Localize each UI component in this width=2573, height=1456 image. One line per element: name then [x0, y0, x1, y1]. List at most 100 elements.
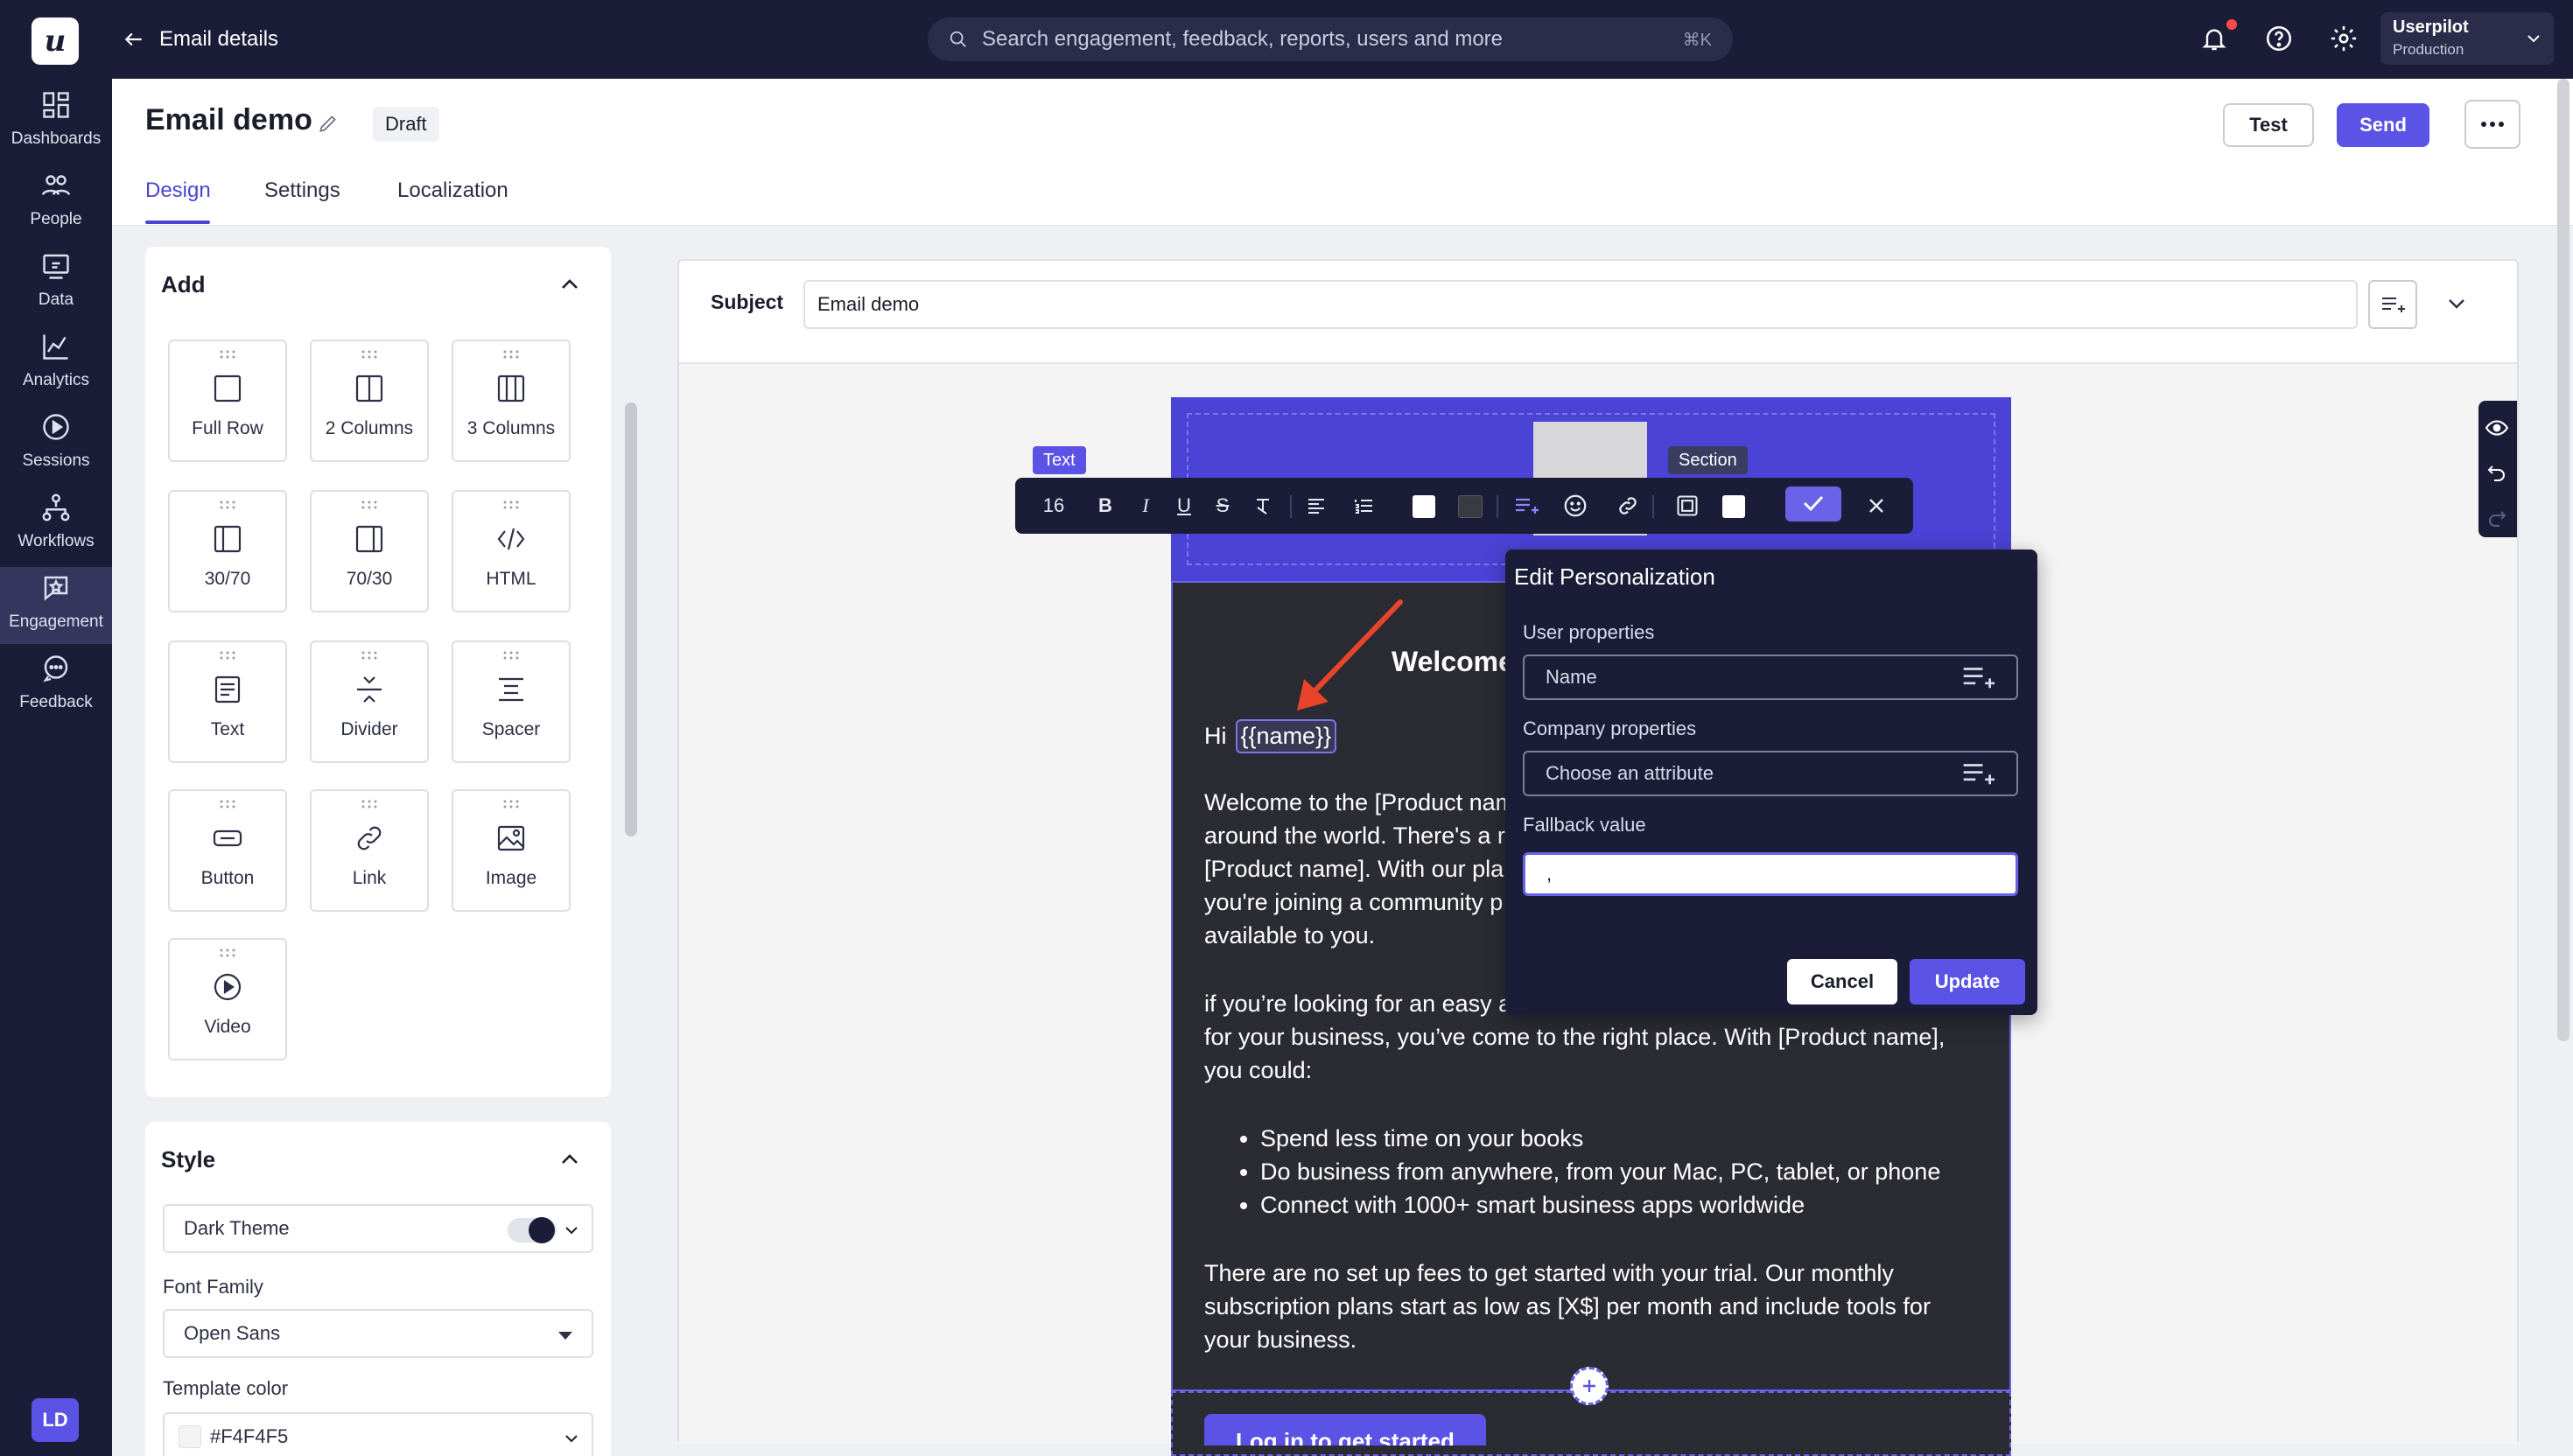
help-button[interactable] — [2260, 19, 2298, 58]
confirm-button[interactable] — [1785, 486, 1841, 522]
block-html[interactable]: HTML — [452, 490, 571, 612]
bold-button[interactable]: B — [1090, 486, 1120, 525]
link-button[interactable] — [1612, 486, 1644, 525]
emoji-button[interactable] — [1560, 486, 1591, 525]
align-button[interactable] — [1301, 486, 1332, 525]
nav-item-people[interactable]: People — [0, 164, 112, 242]
user-properties-select[interactable]: Name — [1523, 654, 2018, 700]
email-paragraph-3[interactable]: There are no set up fees to get started … — [1204, 1256, 1931, 1356]
company-properties-select[interactable]: Choose an attribute — [1523, 751, 2018, 796]
drag-handle-icon — [503, 800, 519, 808]
edit-pencil-icon[interactable] — [317, 112, 340, 135]
block-button[interactable]: Button — [168, 789, 287, 912]
2-columns-icon — [355, 374, 383, 402]
list-add-icon — [1963, 764, 1995, 785]
email-paragraph-1[interactable]: Welcome to the [Product nam around the w… — [1204, 786, 1515, 952]
cancel-button[interactable]: Cancel — [1787, 959, 1897, 1004]
font-size-select[interactable]: 16 — [1033, 486, 1075, 525]
chevron-down-icon[interactable] — [2447, 298, 2466, 310]
block-70-30[interactable]: 70/30 — [310, 490, 429, 612]
company-property-placeholder: Choose an attribute — [1546, 762, 1714, 784]
list-item: Connect with 1000+ smart business apps w… — [1260, 1188, 1940, 1222]
block-divider[interactable]: Divider — [310, 640, 429, 763]
chevron-up-icon[interactable] — [560, 1153, 579, 1166]
nav-item-workflows[interactable]: Workflows — [0, 486, 112, 564]
image-icon — [497, 825, 525, 851]
font-family-select[interactable]: Open Sans — [163, 1309, 593, 1358]
tab-design[interactable]: Design — [145, 178, 211, 203]
block-link[interactable]: Link — [310, 789, 429, 912]
italic-button[interactable]: I — [1131, 486, 1160, 525]
email-cta-button[interactable]: Log in to get started — [1204, 1414, 1486, 1446]
data-icon — [43, 254, 69, 279]
link-icon — [357, 826, 382, 850]
userpilot-logo[interactable]: u — [32, 18, 79, 65]
subject-input[interactable]: Email demo — [803, 280, 2358, 329]
nav-item-sessions[interactable]: Sessions — [0, 406, 112, 483]
annotation-arrow — [1297, 599, 1403, 710]
close-toolbar-button[interactable] — [1859, 486, 1894, 525]
drag-handle-icon — [220, 350, 235, 359]
emoji-icon — [1564, 494, 1587, 517]
redo-icon[interactable] — [2487, 509, 2506, 527]
nav-item-feedback[interactable]: Feedback — [0, 648, 112, 724]
strikethrough-button[interactable]: S — [1208, 486, 1237, 525]
background-color-button[interactable] — [1458, 495, 1483, 518]
insert-personalization-toolbar-button[interactable] — [1509, 486, 1544, 525]
block-30-70[interactable]: 30/70 — [168, 490, 287, 612]
eye-icon[interactable] — [2485, 418, 2508, 438]
text-line: subscription plans start as low as [X$] … — [1204, 1293, 1931, 1320]
panel-scrollbar[interactable] — [625, 402, 637, 836]
block-2-columns[interactable]: 2 Columns — [310, 340, 429, 462]
page-scrollbar[interactable] — [2557, 79, 2569, 1041]
template-color-select[interactable]: #F4F4F5 — [163, 1412, 593, 1456]
email-bullet-list[interactable]: Spend less time on your books Do busines… — [1260, 1122, 1940, 1222]
account-switcher[interactable]: Userpilot Production — [2380, 12, 2554, 65]
fallback-value-input[interactable]: , — [1523, 852, 2018, 896]
send-button[interactable]: Send — [2337, 103, 2429, 147]
insert-personalization-button[interactable] — [2368, 280, 2417, 329]
template-color-label: Template color — [163, 1377, 289, 1399]
block-image[interactable]: Image — [452, 789, 571, 912]
notification-dot — [2226, 19, 2237, 30]
close-icon — [1869, 499, 1883, 513]
user-avatar[interactable]: LD — [32, 1398, 79, 1442]
block-3-columns[interactable]: 3 Columns — [452, 340, 571, 462]
section-padding-button[interactable] — [1670, 486, 1705, 525]
add-block-button[interactable] — [1570, 1367, 1609, 1405]
nav-item-data[interactable]: Data — [0, 245, 112, 322]
block-full-row[interactable]: Full Row — [168, 340, 287, 462]
block-label: 3 Columns — [466, 418, 556, 438]
nav-item-dashboards[interactable]: Dashboards — [0, 84, 112, 161]
chevron-up-icon[interactable] — [560, 278, 579, 290]
dark-theme-toggle[interactable] — [508, 1217, 557, 1243]
drag-handle-icon — [503, 350, 519, 359]
block-text[interactable]: Text — [168, 640, 287, 763]
update-button[interactable]: Update — [1910, 959, 2025, 1004]
underline-button[interactable]: U — [1169, 486, 1199, 525]
tab-localization[interactable]: Localization — [397, 178, 508, 203]
block-spacer[interactable]: Spacer — [452, 640, 571, 763]
nav-item-engagement[interactable]: Engagement — [0, 567, 112, 644]
undo-icon[interactable] — [2487, 464, 2506, 481]
status-badge: Draft — [373, 107, 439, 142]
test-button[interactable]: Test — [2223, 103, 2314, 147]
list-item: Spend less time on your books — [1260, 1122, 1940, 1155]
email-heading[interactable]: Welcome — [1392, 646, 1514, 678]
dark-theme-toggle-row[interactable]: Dark Theme — [163, 1204, 593, 1253]
settings-button[interactable] — [2324, 19, 2363, 58]
list-add-icon — [1516, 498, 1539, 514]
global-search[interactable]: Search engagement, feedback, reports, us… — [928, 18, 1733, 61]
more-options-button[interactable] — [2464, 100, 2520, 149]
text-color-button[interactable] — [1413, 495, 1435, 518]
clear-format-button[interactable] — [1246, 486, 1279, 525]
tab-settings[interactable]: Settings — [264, 178, 340, 203]
list-button[interactable] — [1348, 486, 1379, 525]
text-line: for your business, you’ve come to the ri… — [1204, 1024, 1946, 1050]
nav-item-analytics[interactable]: Analytics — [0, 326, 112, 402]
section-color-button[interactable] — [1722, 495, 1745, 518]
drag-handle-icon — [361, 800, 377, 808]
back-link[interactable]: Email details — [123, 23, 278, 56]
block-video[interactable]: Video — [168, 938, 287, 1060]
people-icon — [41, 175, 71, 196]
